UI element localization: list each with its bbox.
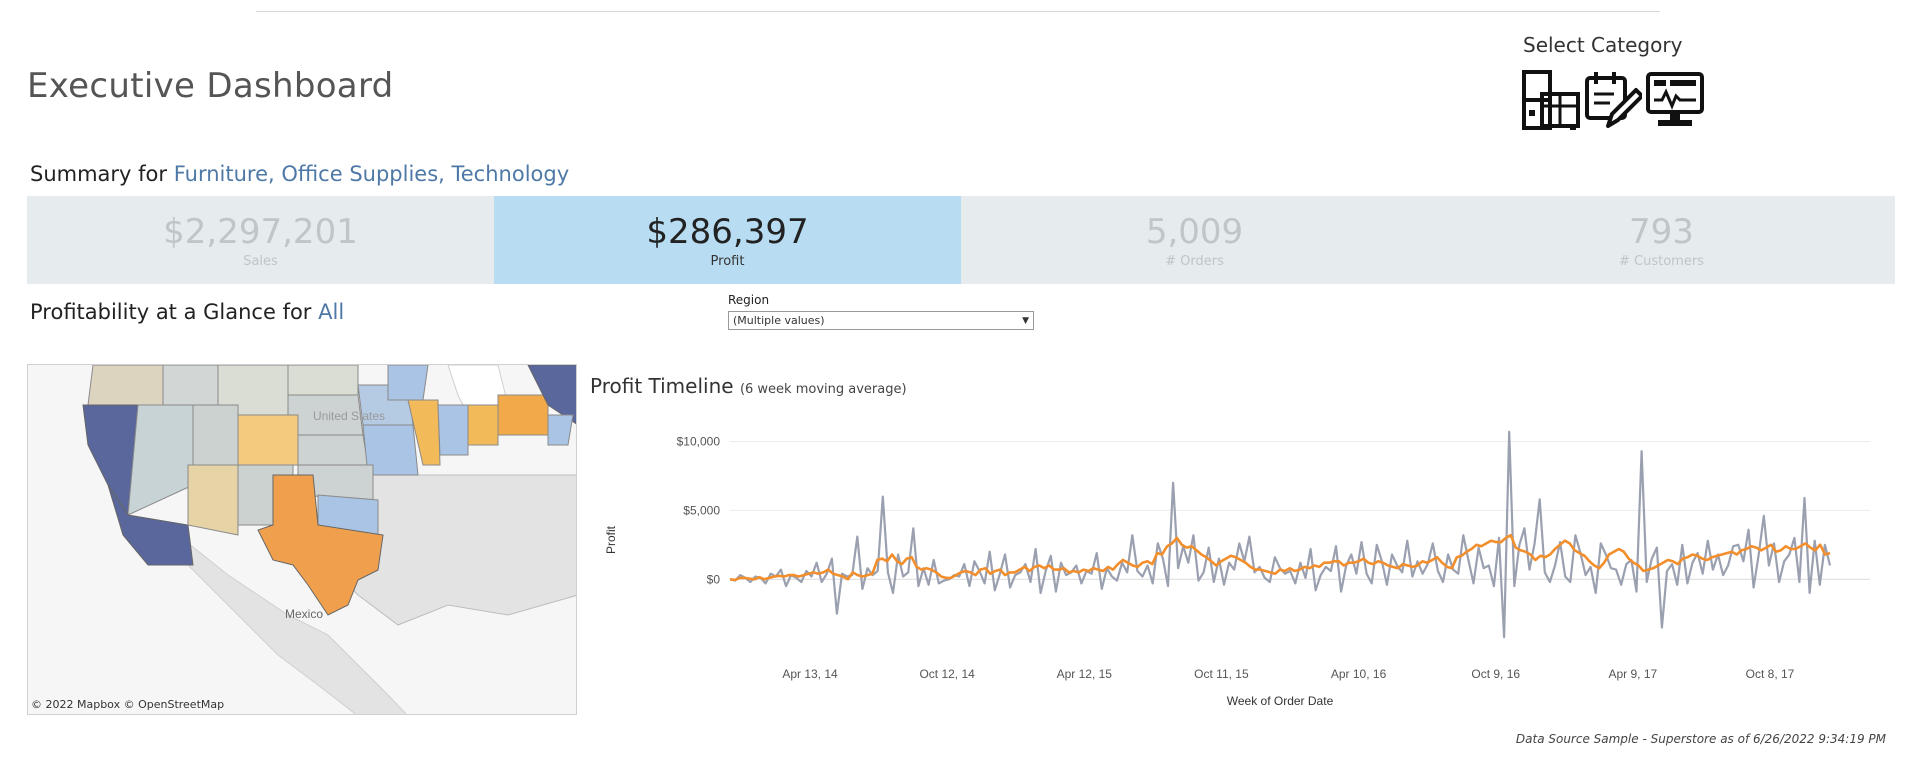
glance-value: All [318, 300, 345, 324]
timeline-subtitle: (6 week moving average) [739, 382, 907, 397]
profit-map[interactable]: United States Mexico © 2022 Mapbox © Ope… [27, 364, 577, 715]
x-tick-label: Apr 13, 14 [782, 667, 838, 681]
kpi-orders[interactable]: 5,009 # Orders [961, 196, 1428, 284]
data-source-footer: Data Source Sample - Superstore as of 6/… [1515, 732, 1886, 746]
dropdown-arrow-icon: ▼ [1022, 315, 1029, 326]
x-tick-label: Apr 10, 16 [1331, 667, 1387, 681]
furniture-icon[interactable] [1522, 70, 1580, 130]
x-axis-title: Week of Order Date [1227, 694, 1334, 708]
kpi-bar: $2,297,201 Sales $286,397 Profit 5,009 #… [27, 196, 1895, 284]
region-filter-value: (Multiple values) [733, 314, 825, 327]
page-title: Executive Dashboard [27, 66, 394, 106]
kpi-profit[interactable]: $286,397 Profit [494, 196, 961, 284]
map-credit: © 2022 Mapbox © OpenStreetMap [31, 698, 225, 711]
y-tick-label: $0 [707, 572, 721, 586]
series-line-weekly [729, 430, 1832, 639]
x-tick-label: Apr 9, 17 [1609, 667, 1658, 681]
profitability-heading: Profitability at a Glance for All [30, 300, 344, 324]
map-label-mexico: Mexico [285, 607, 323, 621]
summary-heading: Summary for Furniture, Office Supplies, … [30, 162, 569, 186]
kpi-sales-label: Sales [243, 253, 278, 269]
summary-prefix: Summary for [30, 162, 174, 186]
select-category-label: Select Category [1523, 33, 1683, 57]
region-filter-label: Region [728, 293, 770, 307]
y-axis-title: Profit [604, 525, 618, 554]
region-filter-dropdown[interactable]: (Multiple values) ▼ [728, 311, 1034, 330]
kpi-orders-value: 5,009 [1145, 211, 1244, 252]
profit-timeline-chart[interactable]: $10,000 $5,000 $0 Profit Week of Order Date A… [590, 405, 1900, 715]
kpi-customers-label: # Customers [1619, 253, 1704, 269]
timeline-title-text: Profit Timeline [590, 374, 734, 398]
y-tick-label: $5,000 [683, 503, 720, 517]
x-tick-label: Oct 8, 17 [1746, 667, 1795, 681]
kpi-sales-value: $2,297,201 [163, 211, 358, 252]
top-divider [256, 11, 1660, 12]
map-label-us: United States [313, 409, 385, 423]
office-supplies-icon[interactable] [1584, 70, 1642, 130]
kpi-customers-value: 793 [1629, 211, 1694, 252]
category-selector [1522, 70, 1704, 130]
timeline-title: Profit Timeline (6 week moving average) [590, 374, 907, 398]
kpi-profit-value: $286,397 [646, 211, 809, 252]
x-tick-label: Oct 11, 15 [1194, 667, 1249, 681]
glance-prefix: Profitability at a Glance for [30, 300, 319, 324]
kpi-profit-label: Profit [710, 253, 745, 269]
map-canvas: United States Mexico [28, 365, 576, 714]
x-tick-label: Oct 12, 14 [919, 667, 975, 681]
kpi-orders-label: # Orders [1165, 253, 1224, 269]
technology-icon[interactable] [1646, 70, 1704, 130]
kpi-customers[interactable]: 793 # Customers [1428, 196, 1895, 284]
x-tick-label: Apr 12, 15 [1057, 667, 1113, 681]
summary-categories: Furniture, Office Supplies, Technology [173, 162, 570, 186]
x-tick-label: Oct 9, 16 [1471, 667, 1520, 681]
y-tick-label: $10,000 [677, 435, 721, 449]
kpi-sales[interactable]: $2,297,201 Sales [27, 196, 494, 284]
